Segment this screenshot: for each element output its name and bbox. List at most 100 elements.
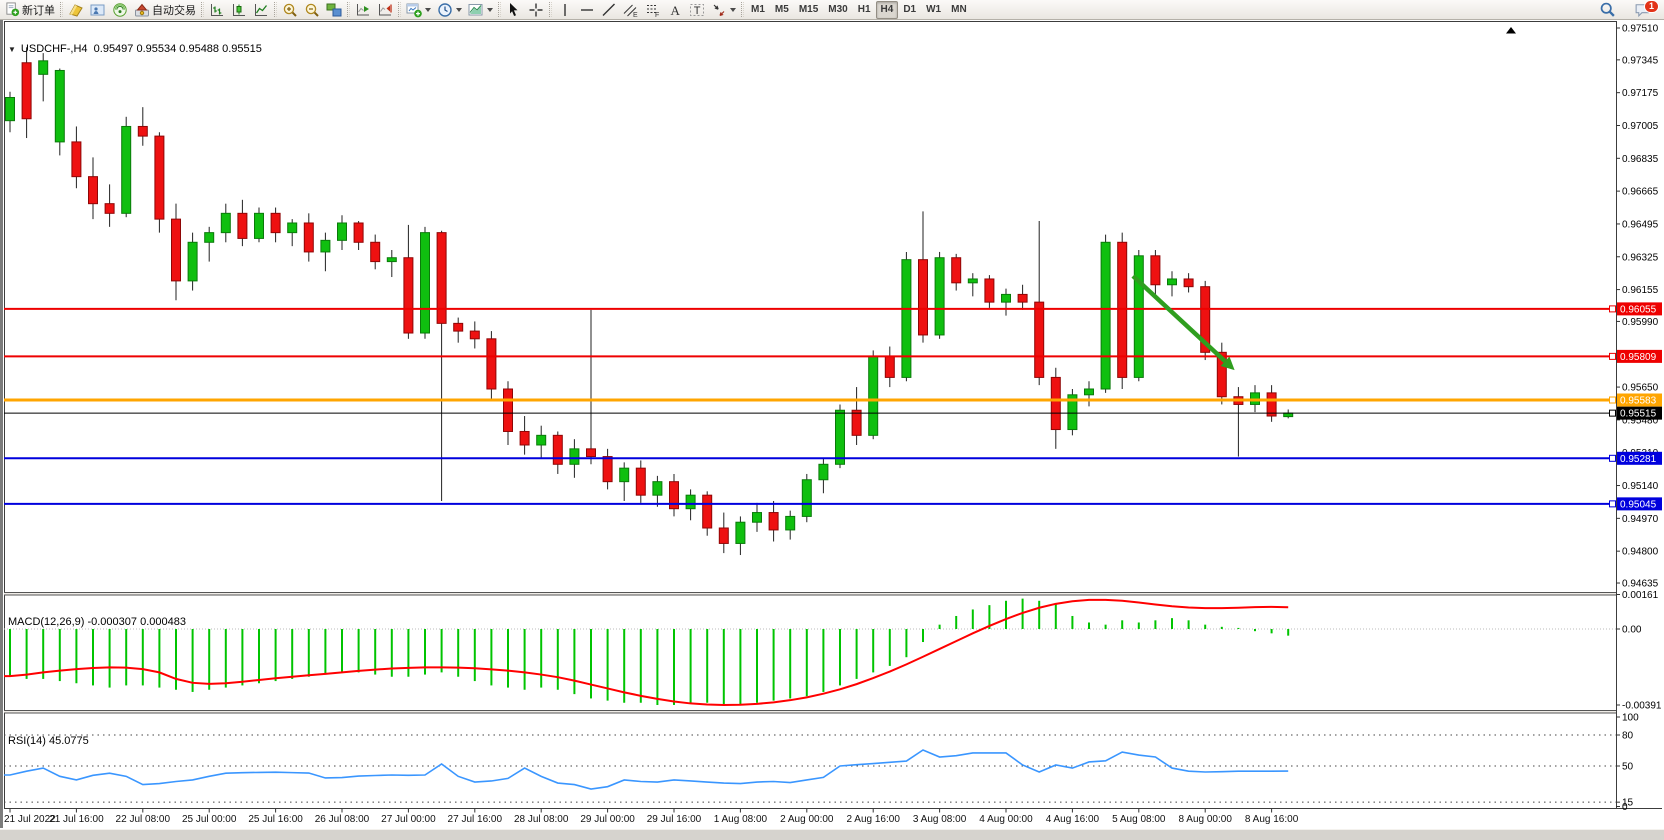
timeframe-h1-button[interactable]: H1 xyxy=(853,1,876,19)
zoom-out-button[interactable] xyxy=(301,1,323,19)
arrows-button[interactable] xyxy=(708,1,739,19)
fibonacci-button[interactable]: F xyxy=(642,1,664,19)
bear-candle xyxy=(72,142,81,177)
price-tick-label: 0.95140 xyxy=(1622,481,1659,492)
bull-candle xyxy=(653,482,662,496)
templates-icon xyxy=(468,2,484,18)
time-tick-label: 8 Aug 16:00 xyxy=(1245,814,1299,825)
bear-candle xyxy=(1267,393,1276,416)
chart-window[interactable]: 0.975100.973450.971750.970050.968350.966… xyxy=(0,20,1664,840)
bear-candle xyxy=(553,435,562,464)
notifications-button[interactable]: 1 xyxy=(1631,1,1654,19)
market-watch-button[interactable] xyxy=(65,1,87,19)
rsi-tick-label: 0 xyxy=(1622,802,1628,813)
timeframe-label: W1 xyxy=(924,4,943,15)
add-indicator-button[interactable] xyxy=(403,1,434,19)
timeframe-m15-button[interactable]: M15 xyxy=(794,1,823,19)
bear-candle xyxy=(885,356,894,377)
current-price-marker[interactable] xyxy=(1610,410,1616,416)
level-price-marker[interactable] xyxy=(1610,397,1616,403)
bull-candle xyxy=(736,522,745,543)
timeframe-label: M5 xyxy=(773,4,791,15)
price-tick-label: 0.97510 xyxy=(1622,24,1659,35)
auto-scroll-button[interactable] xyxy=(352,1,374,19)
toolbar-right-group: 1 xyxy=(1596,1,1664,19)
toolbar-separator xyxy=(274,2,277,17)
bear-candle xyxy=(587,449,596,457)
timeframe-d1-button[interactable]: D1 xyxy=(898,1,921,19)
zoom-in-icon xyxy=(282,2,298,18)
time-tick-label: 2 Aug 16:00 xyxy=(847,814,901,825)
time-tick-label: 1 Aug 08:00 xyxy=(714,814,768,825)
text-button[interactable]: A xyxy=(664,1,686,19)
bull-candle xyxy=(753,513,762,523)
level-price-label: 0.95281 xyxy=(1620,454,1657,465)
level-price-marker[interactable] xyxy=(1610,455,1616,461)
timeframe-m1-button[interactable]: M1 xyxy=(746,1,770,19)
level-price-label: 0.96055 xyxy=(1620,304,1657,315)
bear-candle xyxy=(404,258,413,333)
timeframe-w1-button[interactable]: W1 xyxy=(921,1,946,19)
templates-button[interactable] xyxy=(465,1,496,19)
toolbar-separator xyxy=(549,2,552,17)
candlestick-chart-button[interactable] xyxy=(228,1,250,19)
svg-text:F: F xyxy=(655,12,659,18)
timeframe-mn-button[interactable]: MN xyxy=(946,1,972,19)
trendline-button[interactable] xyxy=(598,1,620,19)
bear-candle xyxy=(371,242,380,261)
vertical-line-button[interactable] xyxy=(554,1,576,19)
new-order-button[interactable]: 新订单 xyxy=(2,1,58,19)
bear-candle xyxy=(919,260,928,335)
chevron-down-icon xyxy=(730,8,736,12)
bull-candle xyxy=(188,242,197,281)
bear-candle xyxy=(238,213,247,238)
price-chart[interactable]: 0.975100.973450.971750.970050.968350.966… xyxy=(0,20,1664,840)
chevron-down-icon xyxy=(456,8,462,12)
level-price-marker[interactable] xyxy=(1610,306,1616,312)
level-price-marker[interactable] xyxy=(1610,353,1616,359)
chart-shift-button[interactable] xyxy=(374,1,396,19)
timeframe-label: M30 xyxy=(826,4,849,15)
autotrading-button[interactable]: 自动交易 xyxy=(131,1,199,19)
horizontal-line-button[interactable] xyxy=(576,1,598,19)
periods-button[interactable] xyxy=(434,1,465,19)
time-tick-label: 4 Aug 00:00 xyxy=(979,814,1033,825)
level-price-marker[interactable] xyxy=(1610,501,1616,507)
cursor-button[interactable] xyxy=(503,1,525,19)
bull-candle xyxy=(321,240,330,252)
timeframe-m30-button[interactable]: M30 xyxy=(823,1,852,19)
tile-windows-button[interactable] xyxy=(323,1,345,19)
level-price-label: 0.95809 xyxy=(1620,352,1657,363)
new-order-icon xyxy=(5,2,20,17)
price-tick-label: 0.96835 xyxy=(1622,154,1659,165)
chart-title-expander-icon[interactable]: ▼ xyxy=(8,45,16,54)
level-price-label: 0.95583 xyxy=(1620,396,1657,407)
window-left-edge xyxy=(0,20,3,828)
search-button[interactable] xyxy=(1596,1,1619,19)
text-label-button[interactable]: T xyxy=(686,1,708,19)
bull-candle xyxy=(205,233,214,243)
timeframe-label: H1 xyxy=(856,4,873,15)
new-order-button-label: 新订单 xyxy=(22,2,55,18)
timeframe-m5-button[interactable]: M5 xyxy=(770,1,794,19)
bull-candle xyxy=(1085,389,1094,395)
trendline-icon xyxy=(601,2,617,18)
timeframe-label: M1 xyxy=(749,4,767,15)
time-tick-label: 27 Jul 16:00 xyxy=(448,814,503,825)
timeframe-h4-button[interactable]: H4 xyxy=(876,1,899,19)
zoom-out-icon xyxy=(304,2,320,18)
time-tick-label: 5 Aug 08:00 xyxy=(1112,814,1166,825)
price-tick-label: 0.96325 xyxy=(1622,252,1659,263)
crosshair-button[interactable] xyxy=(525,1,547,19)
bear-candle xyxy=(504,389,513,431)
bear-candle xyxy=(1184,279,1193,287)
zoom-in-button[interactable] xyxy=(279,1,301,19)
bull-candle xyxy=(902,260,911,378)
bull-candle xyxy=(338,223,347,240)
timeframe-label: M15 xyxy=(797,4,820,15)
line-chart-button[interactable] xyxy=(250,1,272,19)
navigator-button[interactable] xyxy=(87,1,109,19)
equidistant-channel-button[interactable]: E xyxy=(620,1,642,19)
terminal-button[interactable] xyxy=(109,1,131,19)
bar-chart-button[interactable] xyxy=(206,1,228,19)
